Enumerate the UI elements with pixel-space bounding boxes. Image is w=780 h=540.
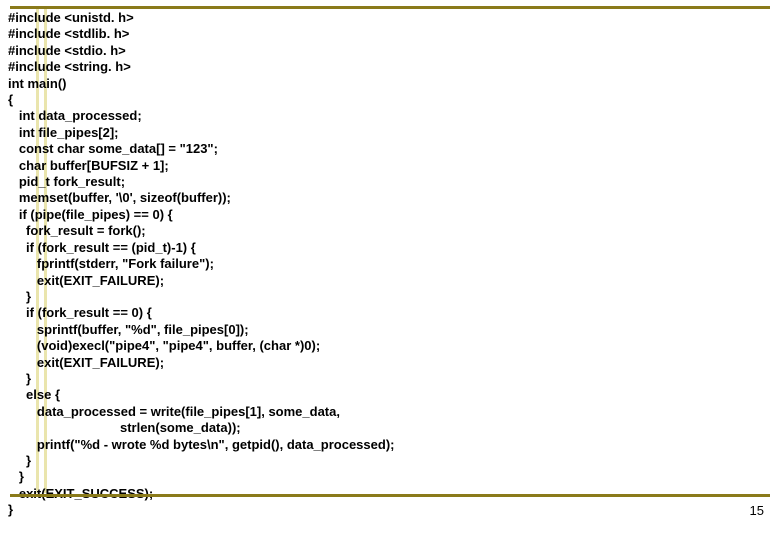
- code-listing: #include <unistd. h> #include <stdlib. h…: [8, 10, 760, 519]
- rule-top: [10, 6, 770, 9]
- rule-bottom: [10, 494, 770, 497]
- page-number: 15: [750, 503, 764, 518]
